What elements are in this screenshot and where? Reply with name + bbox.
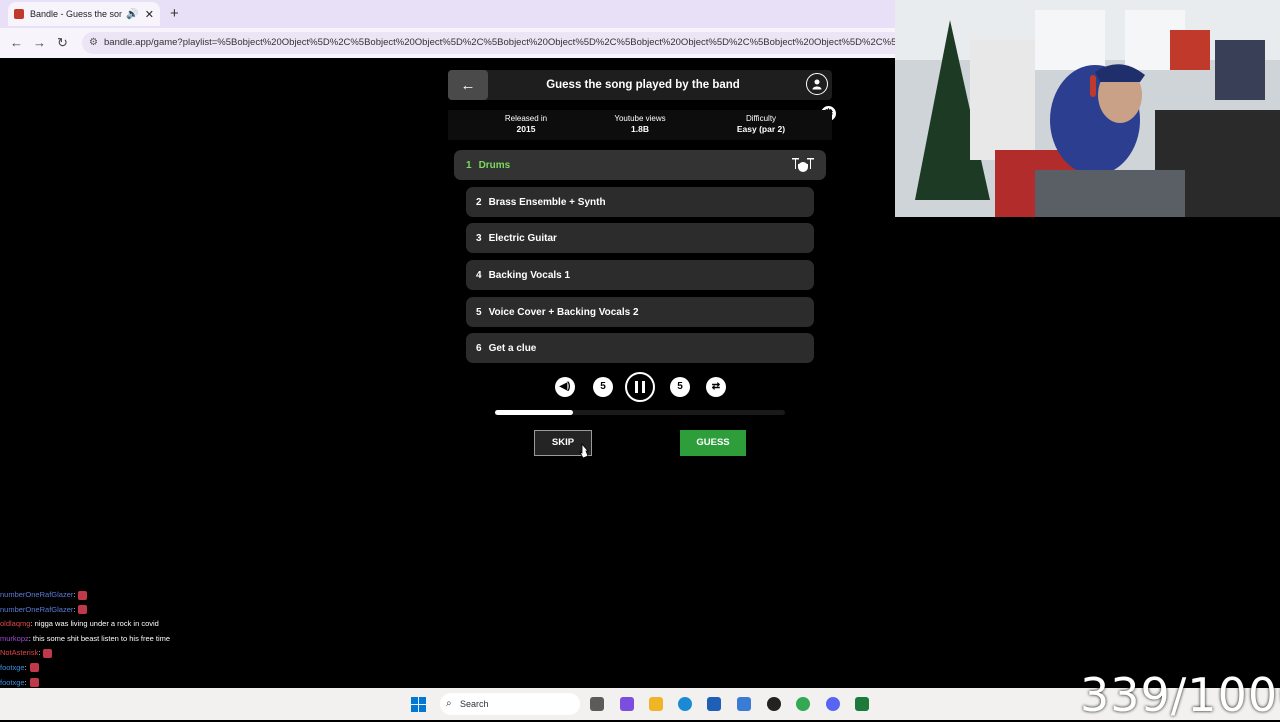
chat-message: murkopz: this some shit beast listen to … <box>0 633 171 643</box>
emote-icon <box>43 648 53 658</box>
stat-released: Released in 2015 <box>504 114 548 134</box>
track-item-drums[interactable]: 1 Drums <box>454 150 826 180</box>
browser-tab[interactable]: Bandle - Guess the song, o 🔊 ✕ <box>8 2 160 26</box>
emote-icon <box>29 678 39 688</box>
back-icon[interactable]: ← <box>10 35 23 50</box>
bandle-favicon-icon <box>14 9 24 19</box>
discord-icon[interactable] <box>826 697 840 711</box>
user-icon[interactable] <box>806 73 828 95</box>
obs-icon[interactable] <box>767 697 781 711</box>
back-button[interactable]: ← <box>448 70 488 100</box>
file-explorer-icon[interactable] <box>649 697 663 711</box>
store-icon[interactable] <box>707 697 721 711</box>
chrome-icon[interactable] <box>796 697 810 711</box>
excel-icon[interactable] <box>855 697 869 711</box>
playback-progress-fill <box>495 410 574 415</box>
player-controls: ◀) 5 5 ⇄ <box>440 372 840 402</box>
url-text: bandle.app/game?playlist=%5Bobject%20Obj… <box>104 37 895 48</box>
rewind-5-icon[interactable]: 5 <box>593 377 613 397</box>
volume-icon[interactable]: ◀) <box>555 377 575 397</box>
address-bar-area: ← → ↻ ⚙ bandle.app/game?playlist=%5Bobje… <box>0 28 895 58</box>
track-item-brass-synth[interactable]: 2 Brass Ensemble + Synth <box>466 187 814 217</box>
progress-counter: 339/1000 <box>1080 668 1280 722</box>
new-tab-icon[interactable]: + <box>170 5 179 22</box>
windows-start-icon[interactable] <box>411 697 426 712</box>
guess-button[interactable]: GUESS <box>680 430 746 456</box>
track-item-backing-vocals-1[interactable]: 4 Backing Vocals 1 <box>466 260 814 290</box>
pause-icon <box>635 381 638 393</box>
forward-5-icon[interactable]: 5 <box>670 377 690 397</box>
arrow-left-icon: ← <box>460 76 476 94</box>
game-title: Guess the song played by the band <box>546 79 740 91</box>
tab-title: Bandle - Guess the song, o <box>30 9 123 19</box>
site-info-icon[interactable]: ⚙ <box>89 32 98 54</box>
task-view-icon[interactable] <box>590 697 604 711</box>
search-icon: ⌕ <box>446 698 452 709</box>
taskbar-search-input[interactable]: ⌕ Search <box>440 693 580 715</box>
chat-message: footxge: <box>0 661 300 676</box>
track-item-get-a-clue[interactable]: 6 Get a clue <box>466 333 814 363</box>
chat-message: oldlaqmg: nigga was living under a rock … <box>0 619 159 629</box>
stat-youtube-views: Youtube views 1.8B <box>614 114 666 134</box>
track-item-voice-cover[interactable]: 5 Voice Cover + Backing Vocals 2 <box>466 297 814 327</box>
edge-icon[interactable] <box>678 697 692 711</box>
emote-icon <box>78 605 88 615</box>
chat-message: numberOneRafGlazer: <box>0 603 300 618</box>
app-icon[interactable] <box>737 697 751 711</box>
game-header: ← Guess the song played by the band <box>448 70 832 100</box>
pause-button[interactable] <box>625 372 655 402</box>
tab-audio-icon[interactable]: 🔊 <box>126 9 138 20</box>
url-field[interactable]: ⚙ bandle.app/game?playlist=%5Bobject%20O… <box>82 32 895 54</box>
chat-message: NotAsterisk: <box>0 646 300 661</box>
forward-icon[interactable]: → <box>33 35 46 50</box>
tab-close-icon[interactable]: ✕ <box>145 8 154 21</box>
chat-message: numberOneRafGlazer: <box>0 588 300 603</box>
browser-tab-strip: Bandle - Guess the song, o 🔊 ✕ + <box>0 0 895 28</box>
webcam-overlay <box>895 0 1280 217</box>
drum-kit-icon <box>792 158 814 172</box>
playback-progress-bar[interactable] <box>495 410 785 415</box>
emote-icon <box>29 663 39 673</box>
reload-icon[interactable]: ↻ <box>57 35 68 51</box>
webcam-image <box>895 0 1280 217</box>
repeat-off-icon[interactable]: ⇄ <box>706 377 726 397</box>
stat-difficulty: Difficulty Easy (par 2) <box>736 114 786 134</box>
copilot-icon[interactable] <box>620 697 634 711</box>
emote-icon <box>78 590 88 600</box>
mouse-cursor-icon <box>579 443 589 459</box>
stream-chat: numberOneRafGlazer: numberOneRafGlazer: … <box>0 588 300 690</box>
song-stats: Released in 2015 Youtube views 1.8B Diff… <box>448 110 832 140</box>
track-item-electric-guitar[interactable]: 3 Electric Guitar <box>466 223 814 253</box>
